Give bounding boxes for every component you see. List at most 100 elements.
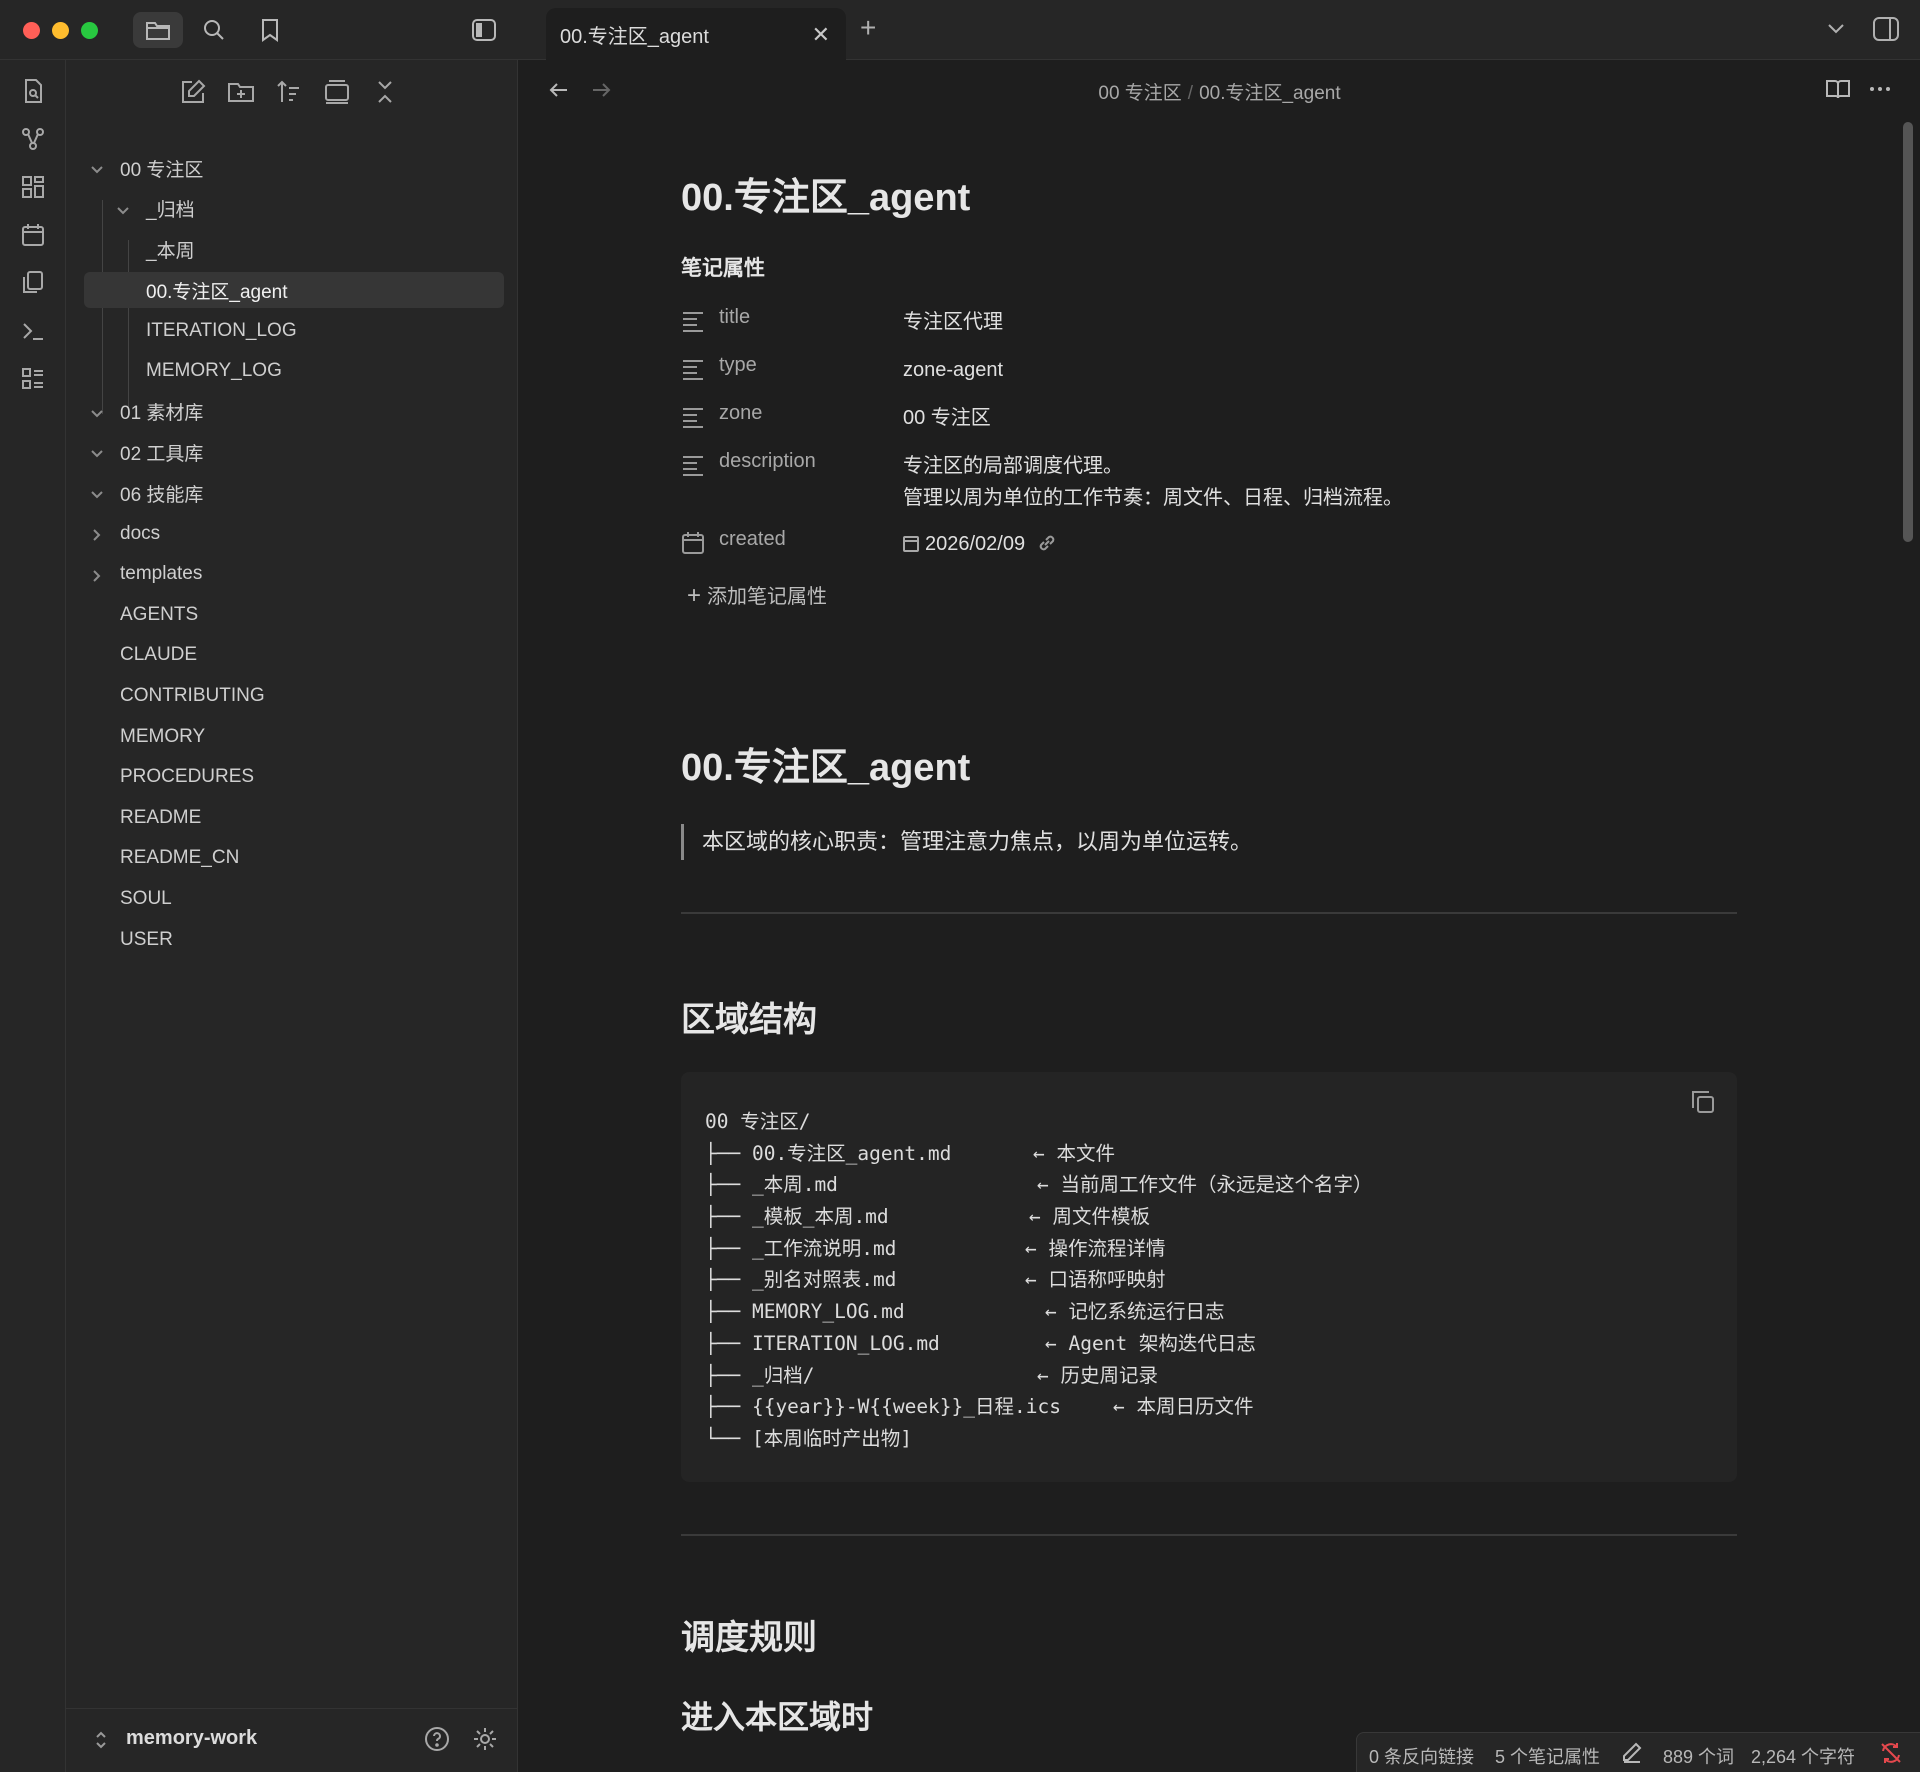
new-folder-icon[interactable] — [227, 78, 257, 108]
property-value[interactable]: zone-agent — [903, 354, 1003, 386]
property-key[interactable]: title — [719, 306, 750, 329]
open-quick-switcher-icon[interactable] — [20, 78, 46, 104]
tree-file[interactable]: CONTRIBUTING — [66, 676, 518, 717]
sort-order-icon[interactable] — [275, 78, 305, 108]
terminal-icon[interactable] — [20, 318, 46, 344]
tree-item-label: _归档 — [146, 200, 195, 222]
blockquote[interactable]: 本区域的核心职责：管理注意力焦点，以周为单位运转。 — [681, 824, 1252, 860]
vault-name[interactable]: memory-work — [126, 1727, 257, 1750]
property-date-value[interactable]: 2026/02/09 — [903, 528, 1057, 563]
tab-active-note[interactable]: 00.专注区_agent ✕ — [546, 8, 846, 60]
status-bar: 0 条反向链接 5 个笔记属性 889 个词 2,264 个字符 — [1356, 1732, 1920, 1772]
tree-item-label: templates — [120, 563, 203, 585]
chevron-down-icon[interactable] — [90, 486, 104, 500]
property-value[interactable]: 专注区代理 — [903, 306, 1003, 338]
close-window-button[interactable] — [23, 22, 40, 39]
new-note-icon[interactable] — [179, 78, 209, 108]
date-text: 2026/02/09 — [925, 533, 1026, 555]
tree-file[interactable]: 00.专注区_agent — [66, 270, 518, 311]
note-title[interactable]: 00.专注区_agent — [681, 166, 970, 221]
tree-file[interactable]: _本周 — [66, 229, 518, 270]
heading-entering-zone[interactable]: 进入本区域时 — [681, 1692, 873, 1738]
new-tab-icon[interactable]: + — [860, 12, 876, 44]
code-line: ├── ITERATION_LOG.md ← Agent 架构迭代日志 — [705, 1328, 1256, 1360]
breadcrumb-current[interactable]: 00.专注区_agent — [1199, 83, 1341, 104]
tree-file[interactable]: ITERATION_LOG — [66, 310, 518, 351]
tree-file[interactable]: MEMORY_LOG — [66, 351, 518, 392]
auto-reveal-icon[interactable] — [323, 78, 353, 108]
tree-folder[interactable]: 01 素材库 — [66, 392, 518, 433]
collapse-all-icon[interactable] — [371, 78, 401, 108]
heading-1[interactable]: 00.专注区_agent — [681, 736, 970, 791]
property-key[interactable]: zone — [719, 402, 762, 425]
tree-folder[interactable]: 02 工具库 — [66, 432, 518, 473]
chevron-right-icon[interactable] — [90, 567, 104, 582]
tree-file[interactable]: MEMORY — [66, 716, 518, 757]
property-key[interactable]: type — [719, 354, 757, 377]
reading-view-icon[interactable] — [1825, 76, 1851, 102]
heading-section-structure[interactable]: 区域结构 — [681, 992, 817, 1041]
code-line: ├── 00.专注区_agent.md ← 本文件 — [705, 1138, 1115, 1170]
property-value[interactable]: 00 专注区 — [903, 402, 991, 434]
copy-code-icon[interactable] — [1689, 1088, 1717, 1116]
status-properties[interactable]: 5 个笔记属性 — [1495, 1743, 1600, 1769]
properties-heading[interactable]: 笔记属性 — [681, 252, 765, 282]
breadcrumb-parent[interactable]: 00 专注区 — [1098, 83, 1181, 104]
toggle-right-sidebar-button[interactable] — [1872, 16, 1900, 48]
templates-icon[interactable] — [20, 270, 46, 296]
property-description[interactable]: description 专注区的局部调度代理。 管理以周为单位的工作节奏：周文件… — [681, 448, 1737, 512]
editor-scrollbar[interactable] — [1903, 122, 1913, 542]
property-created[interactable]: created 2026/02/09 — [681, 526, 1737, 560]
search-button[interactable] — [189, 12, 239, 48]
property-title[interactable]: title 专注区代理 — [681, 304, 1737, 338]
chevron-down-icon[interactable] — [90, 445, 104, 459]
outline-icon[interactable] — [20, 366, 46, 392]
vault-switch-chevron-icon[interactable] — [94, 1729, 108, 1757]
code-path: ├── _模板_本周.md — [705, 1205, 889, 1229]
tab-list-button[interactable] — [1826, 16, 1846, 46]
tree-folder[interactable]: docs — [66, 513, 518, 554]
tree-file[interactable]: AGENTS — [66, 595, 518, 636]
tree-file[interactable]: USER — [66, 919, 518, 960]
tree-file[interactable]: README — [66, 798, 518, 839]
link-icon[interactable] — [1037, 531, 1057, 563]
minimize-window-button[interactable] — [52, 22, 69, 39]
tree-folder[interactable]: _归档 — [66, 189, 518, 230]
chevron-right-icon[interactable] — [90, 526, 104, 542]
graph-view-icon[interactable] — [20, 126, 46, 152]
property-type[interactable]: type zone-agent — [681, 352, 1737, 386]
code-comment: ← 周文件模板 — [1029, 1205, 1150, 1229]
property-zone[interactable]: zone 00 专注区 — [681, 400, 1737, 434]
tree-file[interactable]: PROCEDURES — [66, 757, 518, 798]
chevron-down-icon[interactable] — [90, 405, 104, 419]
property-key[interactable]: created — [719, 528, 786, 551]
sync-error-icon[interactable] — [1879, 1741, 1903, 1770]
status-backlinks[interactable]: 0 条反向链接 — [1369, 1743, 1474, 1769]
code-block[interactable]: 00 专注区/ ├── 00.专注区_agent.md ← 本文件 ├── _本周.m… — [681, 1072, 1737, 1482]
property-value[interactable]: 专注区的局部调度代理。 管理以周为单位的工作节奏：周文件、日程、归档流程。 — [903, 450, 1403, 514]
tree-item-label: 00.专注区_agent — [146, 281, 288, 303]
heading-section-rules[interactable]: 调度规则 — [681, 1610, 817, 1659]
canvas-icon[interactable] — [20, 174, 46, 200]
tree-folder[interactable]: templates — [66, 554, 518, 595]
property-key[interactable]: description — [719, 450, 816, 473]
tree-file[interactable]: CLAUDE — [66, 635, 518, 676]
files-tab-button[interactable] — [133, 12, 183, 48]
close-tab-icon[interactable]: ✕ — [812, 22, 830, 48]
chevron-down-icon[interactable] — [90, 161, 104, 175]
edit-mode-pencil-icon[interactable] — [1621, 1741, 1643, 1768]
tree-file[interactable]: README_CN — [66, 838, 518, 879]
bookmarks-button[interactable] — [245, 12, 295, 48]
code-comment: ← 口语称呼映射 — [1025, 1268, 1166, 1292]
more-options-icon[interactable] — [1867, 76, 1893, 102]
help-icon[interactable] — [424, 1726, 450, 1752]
add-property-button[interactable]: + 添加笔记属性 — [687, 580, 827, 610]
tree-folder[interactable]: 06 技能库 — [66, 473, 518, 514]
toggle-left-sidebar-button[interactable] — [459, 12, 509, 48]
calendar-icon[interactable] — [20, 222, 46, 248]
tree-folder[interactable]: 00 专注区 — [66, 148, 518, 189]
settings-gear-icon[interactable] — [472, 1726, 498, 1752]
chevron-down-icon[interactable] — [116, 202, 130, 216]
zoom-window-button[interactable] — [81, 22, 98, 39]
tree-file[interactable]: SOUL — [66, 879, 518, 920]
